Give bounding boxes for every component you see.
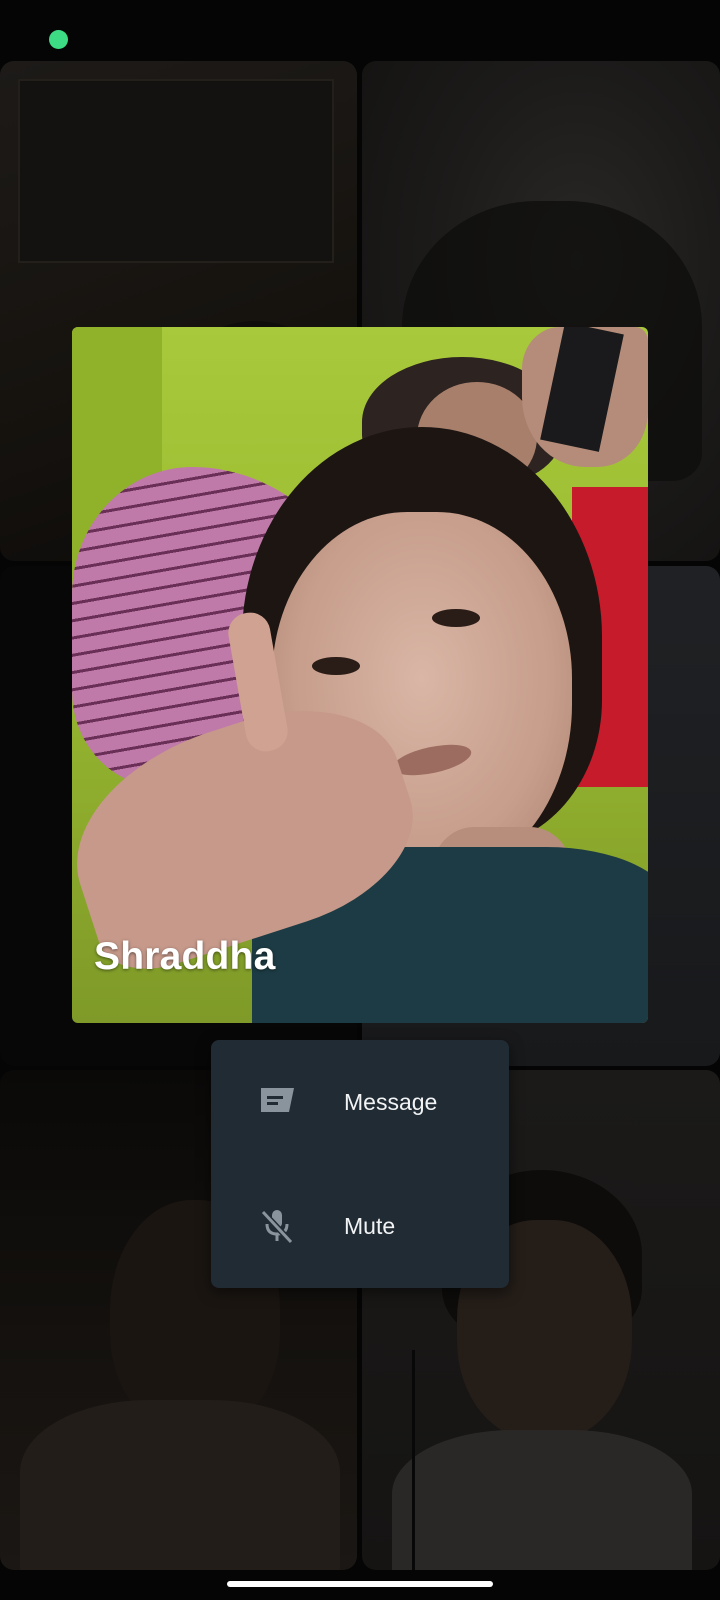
focused-participant-video[interactable]: Shraddha xyxy=(72,327,648,1023)
message-menu-item[interactable]: Message xyxy=(211,1040,509,1164)
video-background xyxy=(312,657,360,675)
home-indicator[interactable] xyxy=(227,1581,493,1587)
participant-options-menu: Message Mute xyxy=(211,1040,509,1288)
message-label: Message xyxy=(344,1089,438,1115)
video-background xyxy=(412,1350,415,1570)
video-background xyxy=(18,79,334,263)
mute-menu-item[interactable]: Mute xyxy=(211,1164,509,1288)
mute-label: Mute xyxy=(344,1213,396,1239)
participant-name: Shraddha xyxy=(94,935,276,978)
video-background xyxy=(20,1400,340,1570)
camera-active-indicator xyxy=(49,30,68,49)
video-background xyxy=(392,1430,692,1570)
message-icon xyxy=(257,1082,297,1122)
video-background xyxy=(432,609,480,627)
mic-off-icon xyxy=(257,1206,297,1246)
